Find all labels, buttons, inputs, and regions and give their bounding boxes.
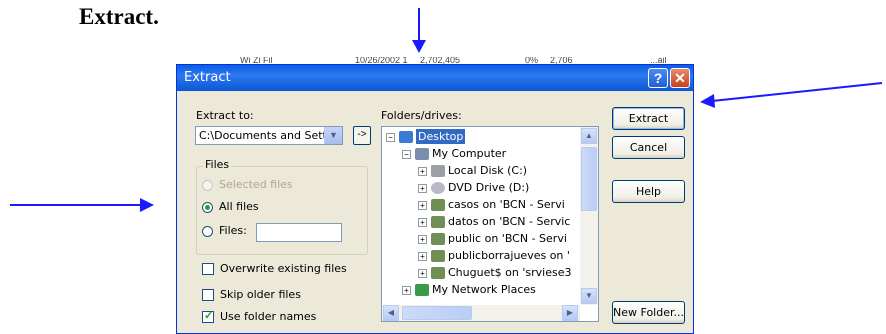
extract-to-combobox[interactable]: C:\Documents and Settin ▼ <box>195 126 343 145</box>
tree-node[interactable]: public on 'BCN - Servi <box>448 231 567 246</box>
skip-older-label: Skip older files <box>220 288 301 301</box>
radio-files[interactable] <box>202 226 213 237</box>
tree-node[interactable]: Local Disk (C:) <box>448 163 527 178</box>
network-drive-icon <box>431 216 445 228</box>
network-drive-icon <box>431 250 445 262</box>
browse-arrow-button[interactable]: -> <box>353 126 371 145</box>
scroll-down-icon[interactable]: ▼ <box>581 288 597 304</box>
dialog-titlebar[interactable]: Extract ? ✕ <box>177 65 693 91</box>
tree-expander-icon[interactable]: + <box>418 184 427 193</box>
tree-node[interactable]: My Computer <box>432 146 506 161</box>
tree-expander-icon[interactable]: + <box>418 252 427 261</box>
extract-dialog: Extract ? ✕ Extract to: C:\Documents and… <box>176 64 694 334</box>
skip-older-checkbox[interactable] <box>202 289 214 301</box>
tree-expander-icon[interactable]: − <box>402 150 411 159</box>
horizontal-scrollbar[interactable]: ◀ ▶ <box>382 305 580 321</box>
tree-node[interactable]: publicborrajueves on ' <box>448 248 570 263</box>
radio-selected-files[interactable] <box>202 180 213 191</box>
radio-all-files[interactable] <box>202 202 213 213</box>
radio-all-files-label: All files <box>219 200 259 213</box>
use-folder-names-checkbox[interactable] <box>202 309 214 323</box>
network-drive-icon <box>431 267 445 279</box>
scroll-right-icon[interactable]: ▶ <box>562 305 578 321</box>
dvd-icon <box>431 182 445 194</box>
tree-node[interactable]: Chuguet$ on 'srviese3 <box>448 265 571 280</box>
files-group-title: Files <box>203 158 232 171</box>
scroll-left-icon[interactable]: ◀ <box>383 305 399 321</box>
help-button[interactable]: Help <box>612 180 685 203</box>
vertical-scrollbar[interactable]: ▲ ▼ <box>580 127 598 305</box>
horizontal-scroll-thumb[interactable] <box>402 306 472 320</box>
new-folder-button[interactable]: New Folder... <box>612 301 685 324</box>
network-drive-icon <box>431 199 445 211</box>
tree-expander-icon[interactable]: + <box>418 235 427 244</box>
folders-drives-label: Folders/drives: <box>381 109 462 122</box>
tree-node[interactable]: DVD Drive (D:) <box>448 180 529 195</box>
chevron-down-icon[interactable]: ▼ <box>324 127 342 144</box>
files-pattern-input[interactable] <box>256 223 342 242</box>
tree-expander-icon[interactable]: − <box>386 133 395 142</box>
scroll-up-icon[interactable]: ▲ <box>581 128 597 144</box>
document-heading: Extract. <box>79 4 159 29</box>
network-drive-icon <box>431 233 445 245</box>
tree-node[interactable]: datos on 'BCN - Servic <box>448 214 570 229</box>
close-icon[interactable]: ✕ <box>670 68 690 88</box>
overwrite-label: Overwrite existing files <box>220 262 347 275</box>
tree-expander-icon[interactable]: + <box>418 218 427 227</box>
network-places-icon <box>415 284 429 296</box>
help-icon[interactable]: ? <box>648 68 668 88</box>
tree-expander-icon[interactable]: + <box>418 201 427 210</box>
cancel-button[interactable]: Cancel <box>612 136 685 159</box>
tree-node[interactable]: Desktop <box>416 129 466 144</box>
radio-selected-files-label: Selected files <box>219 178 293 191</box>
extract-to-value: C:\Documents and Settin <box>199 129 325 142</box>
tree-expander-icon[interactable]: + <box>418 269 427 278</box>
use-folder-names-label: Use folder names <box>220 310 317 323</box>
tree-expander-icon[interactable]: + <box>402 286 411 295</box>
folder-tree[interactable]: − Desktop − My Computer + Local Disk (C:) + DVD… <box>381 126 599 322</box>
overwrite-checkbox[interactable] <box>202 263 214 275</box>
tree-node[interactable]: casos on 'BCN - Servi <box>448 197 565 212</box>
extract-button[interactable]: Extract <box>612 107 685 130</box>
computer-icon <box>415 148 429 160</box>
vertical-scroll-thumb[interactable] <box>581 147 597 211</box>
tree-node[interactable]: My Network Places <box>432 282 536 297</box>
dialog-title: Extract <box>184 70 231 85</box>
radio-files-label: Files: <box>219 224 247 237</box>
drive-icon <box>431 165 445 177</box>
extract-to-label: Extract to: <box>196 109 254 122</box>
tree-expander-icon[interactable]: + <box>418 167 427 176</box>
desktop-icon <box>399 131 413 143</box>
